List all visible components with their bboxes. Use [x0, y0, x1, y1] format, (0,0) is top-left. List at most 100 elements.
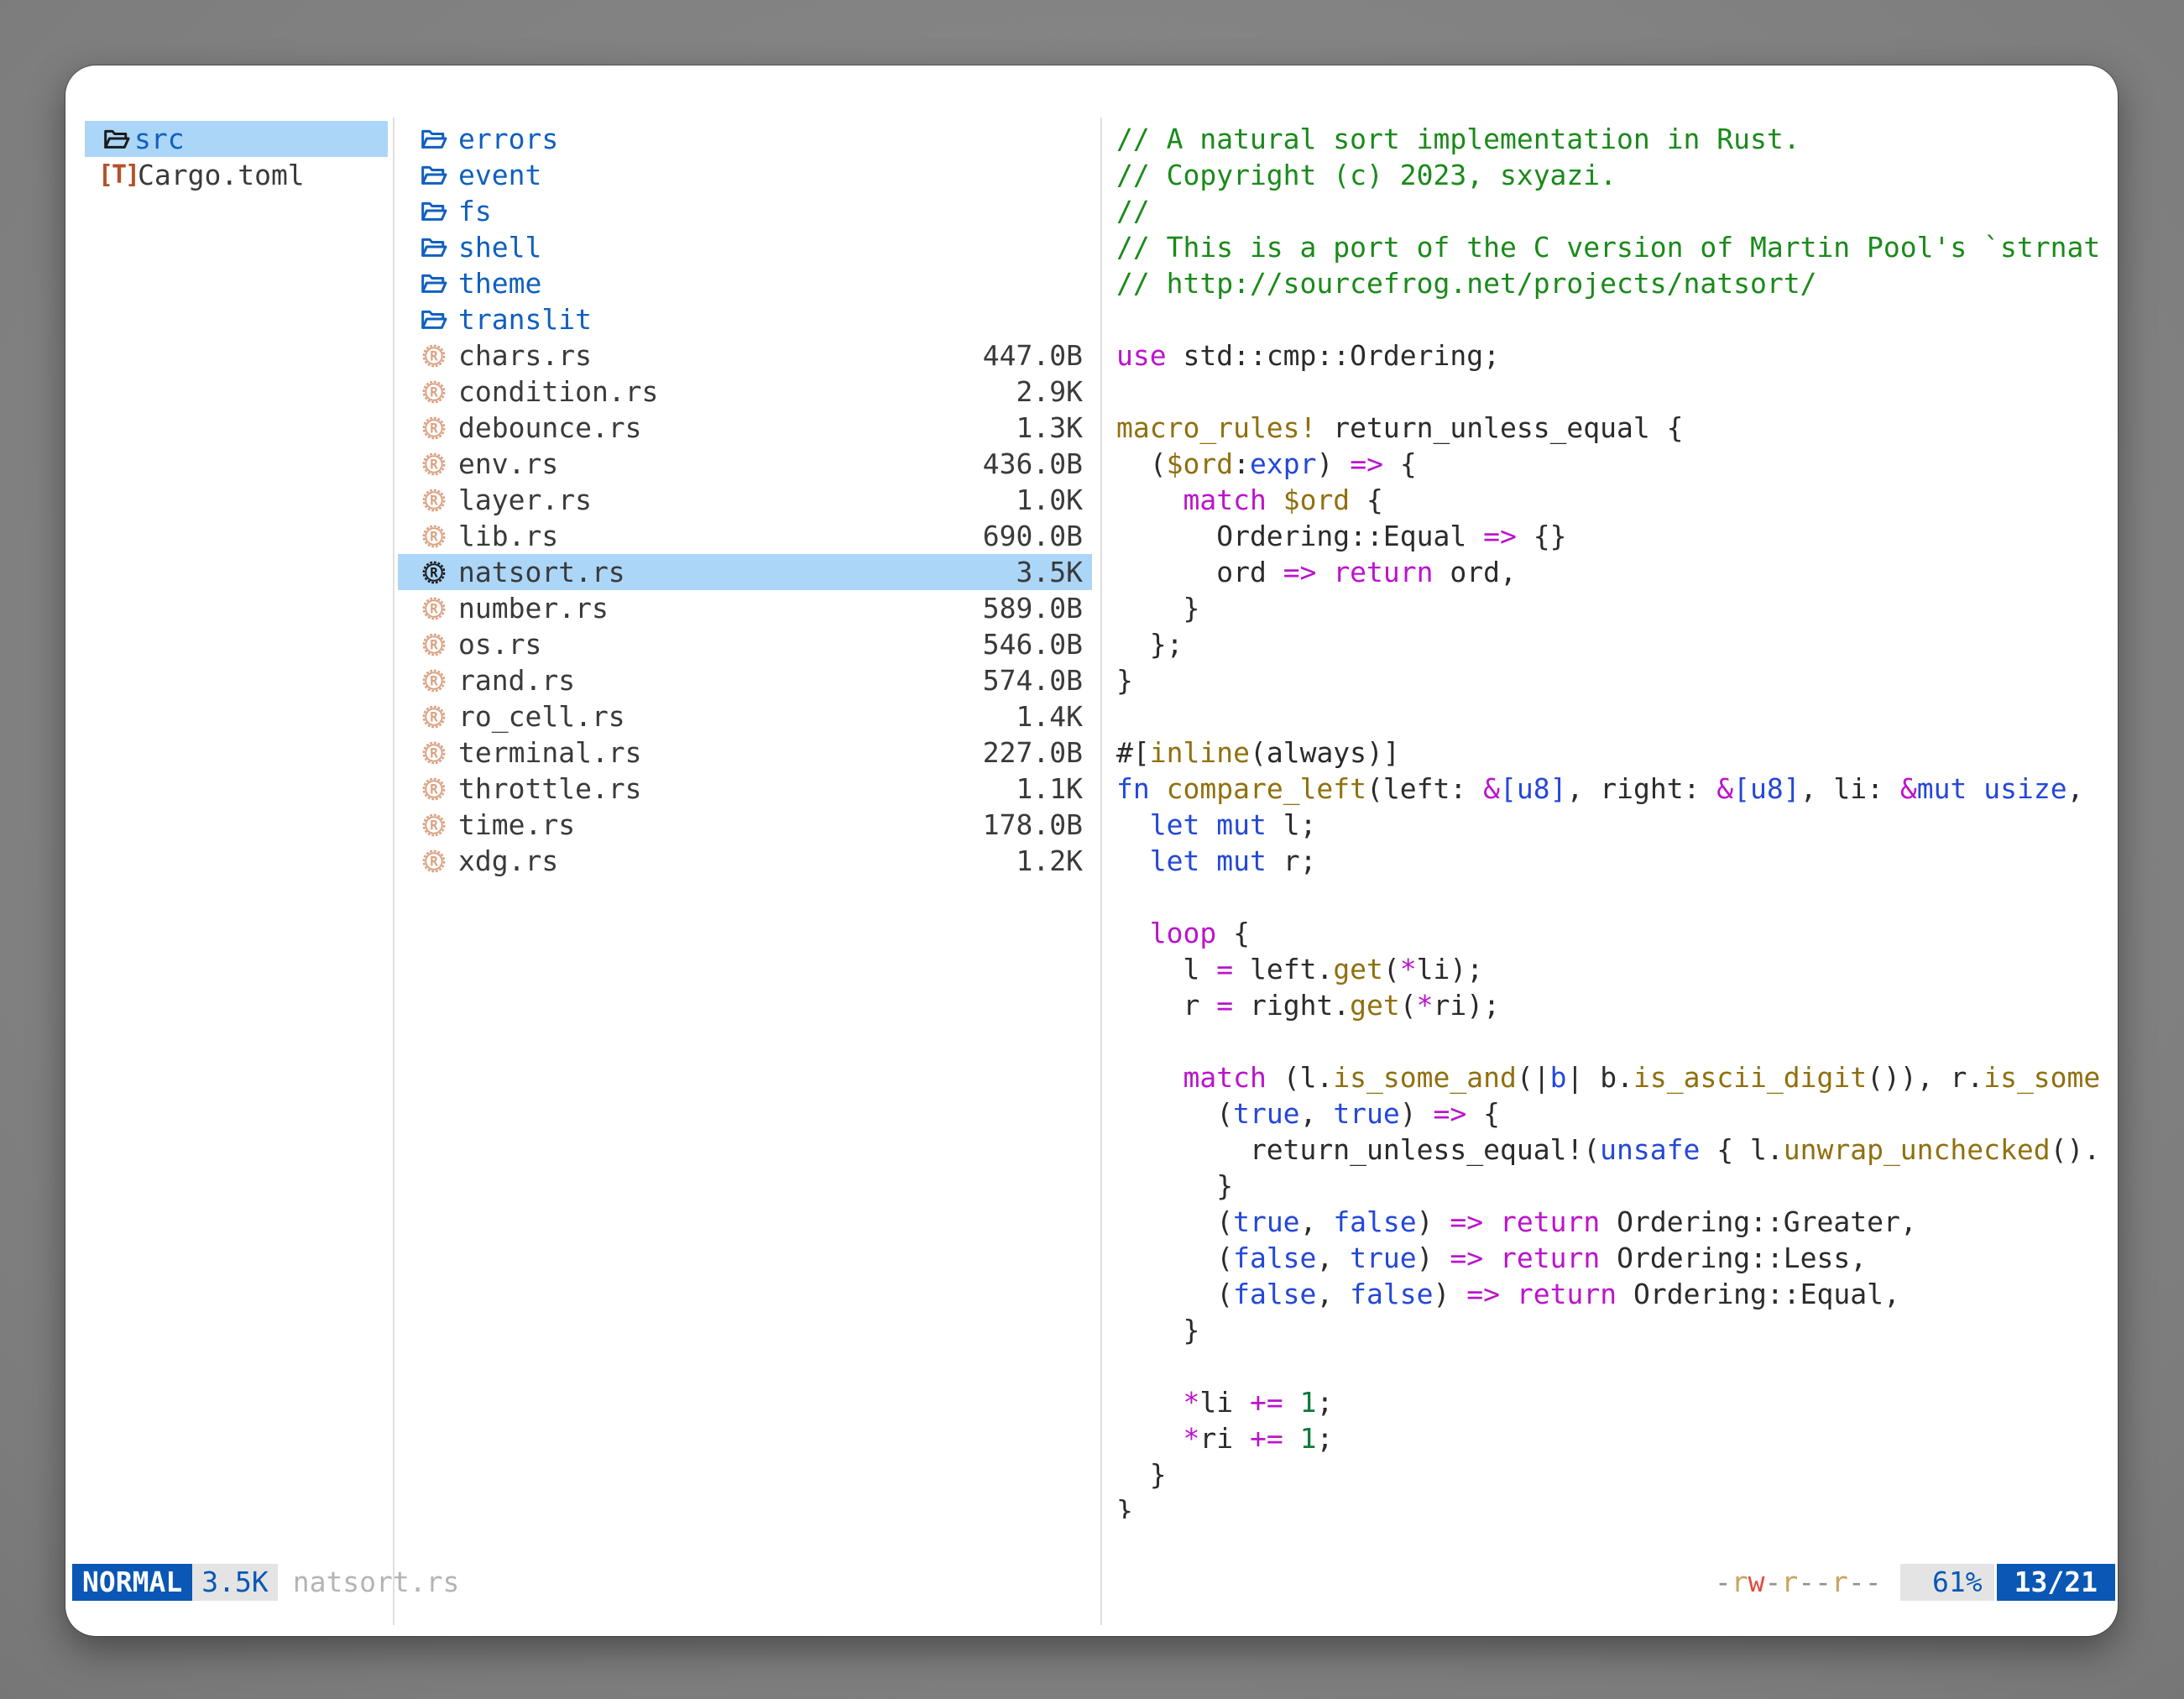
- file-row-number.rs[interactable]: Rnumber.rs 589.0B: [398, 590, 1092, 626]
- file-name: lib.rs: [458, 518, 558, 554]
- svg-text:R: R: [430, 348, 438, 363]
- file-name: os.rs: [458, 626, 541, 662]
- file-name: src: [134, 121, 185, 157]
- svg-text:R: R: [430, 745, 438, 761]
- file-row-fs[interactable]: fs: [398, 193, 1092, 229]
- svg-text:R: R: [430, 673, 438, 688]
- svg-text:R: R: [430, 457, 438, 472]
- file-size: 589.0B: [983, 590, 1083, 626]
- status-spacer: [459, 1564, 1715, 1601]
- current-directory-panel: errorseventfsshellthemetranslitRchars.rs…: [398, 121, 1092, 879]
- file-row-env.rs[interactable]: Renv.rs 436.0B: [398, 446, 1092, 482]
- mode-indicator: NORMAL: [72, 1564, 192, 1601]
- file-size: 574.0B: [983, 662, 1083, 698]
- file-size: 690.0B: [983, 518, 1083, 554]
- file-row-terminal.rs[interactable]: Rterminal.rs 227.0B: [398, 734, 1092, 771]
- svg-text:R: R: [430, 782, 438, 797]
- file-size: 1.0K: [1016, 482, 1083, 518]
- yazi-file-manager-window: src[T]Cargo.toml errorseventfsshelltheme…: [65, 65, 2118, 1636]
- file-name: event: [458, 157, 541, 193]
- selected-file-name: natsort.rs: [293, 1564, 460, 1601]
- file-row-event[interactable]: event: [398, 157, 1092, 193]
- file-name: number.rs: [458, 590, 609, 626]
- rust-icon: R: [420, 522, 448, 551]
- file-name: natsort.rs: [458, 554, 625, 590]
- svg-text:R: R: [430, 818, 438, 833]
- file-name: debounce.rs: [458, 410, 642, 446]
- rust-icon: R: [420, 667, 448, 695]
- rust-icon: R: [420, 414, 448, 442]
- rust-icon: R: [420, 739, 448, 767]
- folder-open-icon: [420, 306, 448, 334]
- file-row-throttle.rs[interactable]: Rthrottle.rs 1.1K: [398, 771, 1092, 807]
- file-row-translit[interactable]: translit: [398, 301, 1092, 337]
- file-size: 178.0B: [983, 807, 1083, 843]
- file-name: env.rs: [458, 446, 558, 482]
- file-name: ro_cell.rs: [458, 698, 625, 734]
- cursor-position: 13/21: [1997, 1564, 2115, 1601]
- parent-row-Cargo.toml[interactable]: [T]Cargo.toml: [85, 157, 388, 193]
- file-size: 436.0B: [983, 446, 1083, 482]
- file-row-natsort.rs[interactable]: Rnatsort.rs 3.5K: [398, 554, 1092, 590]
- svg-text:R: R: [430, 854, 438, 869]
- file-row-xdg.rs[interactable]: Rxdg.rs 1.2K: [398, 843, 1092, 879]
- folder-open-icon: [420, 161, 448, 190]
- file-name: time.rs: [458, 807, 575, 843]
- svg-text:R: R: [430, 529, 438, 544]
- file-row-debounce.rs[interactable]: Rdebounce.rs 1.3K: [398, 410, 1092, 446]
- file-size: 3.5K: [1016, 554, 1083, 590]
- file-size: 546.0B: [983, 626, 1083, 662]
- file-row-theme[interactable]: theme: [398, 265, 1092, 301]
- scroll-percentage: 61%: [1900, 1564, 1994, 1601]
- panel-separator: [393, 118, 394, 1625]
- file-size: 227.0B: [983, 734, 1083, 771]
- file-row-shell[interactable]: shell: [398, 229, 1092, 265]
- file-size: 1.1K: [1016, 771, 1083, 807]
- file-row-rand.rs[interactable]: Rrand.rs 574.0B: [398, 662, 1092, 698]
- file-row-condition.rs[interactable]: Rcondition.rs 2.9K: [398, 374, 1092, 410]
- file-permissions: -rw-r--r--: [1715, 1564, 1882, 1601]
- rust-icon: R: [420, 775, 448, 803]
- file-name: condition.rs: [458, 374, 658, 410]
- file-name: translit: [458, 301, 592, 337]
- folder-open-icon: [102, 125, 131, 154]
- code-preview: // A natural sort implementation in Rust…: [1116, 121, 2118, 1519]
- file-size: 2.9K: [1016, 374, 1083, 410]
- file-name: terminal.rs: [458, 734, 642, 771]
- folder-open-icon: [420, 197, 448, 226]
- file-name: throttle.rs: [458, 771, 642, 807]
- file-row-chars.rs[interactable]: Rchars.rs 447.0B: [398, 337, 1092, 374]
- file-row-layer.rs[interactable]: Rlayer.rs1.0K: [398, 482, 1092, 518]
- file-row-os.rs[interactable]: Ros.rs 546.0B: [398, 626, 1092, 662]
- status-bar: NORMAL 3.5K natsort.rs -rw-r--r-- 61% 13…: [72, 1564, 2115, 1601]
- file-name: Cargo.toml: [138, 157, 305, 193]
- file-row-errors[interactable]: errors: [398, 121, 1092, 157]
- file-preview-panel[interactable]: // A natural sort implementation in Rust…: [1116, 121, 2118, 1519]
- svg-text:R: R: [430, 709, 438, 724]
- file-name: xdg.rs: [458, 843, 558, 879]
- folder-open-icon: [420, 233, 448, 262]
- file-row-lib.rs[interactable]: Rlib.rs 690.0B: [398, 518, 1092, 554]
- svg-text:R: R: [430, 384, 438, 400]
- file-name: shell: [458, 229, 541, 265]
- rust-icon: R: [420, 558, 448, 587]
- rust-icon: R: [420, 630, 448, 659]
- file-name: rand.rs: [458, 662, 575, 698]
- file-row-time.rs[interactable]: Rtime.rs 178.0B: [398, 807, 1092, 843]
- file-size: 1.4K: [1016, 698, 1083, 734]
- toml-icon: [T]: [102, 161, 134, 190]
- file-row-ro_cell.rs[interactable]: Rro_cell.rs 1.4K: [398, 698, 1092, 734]
- rust-icon: R: [420, 703, 448, 731]
- rust-icon: R: [420, 450, 448, 478]
- file-name: chars.rs: [458, 337, 592, 374]
- rust-icon: R: [420, 594, 448, 623]
- rust-icon: R: [420, 811, 448, 839]
- folder-open-icon: [420, 269, 448, 298]
- svg-text:R: R: [430, 601, 438, 616]
- parent-row-src[interactable]: src: [85, 121, 388, 157]
- svg-text:R: R: [430, 421, 438, 436]
- file-size: 1.3K: [1016, 410, 1083, 446]
- svg-text:R: R: [430, 493, 438, 508]
- file-size: 1.2K: [1016, 843, 1083, 879]
- file-size: 447.0B: [983, 337, 1083, 374]
